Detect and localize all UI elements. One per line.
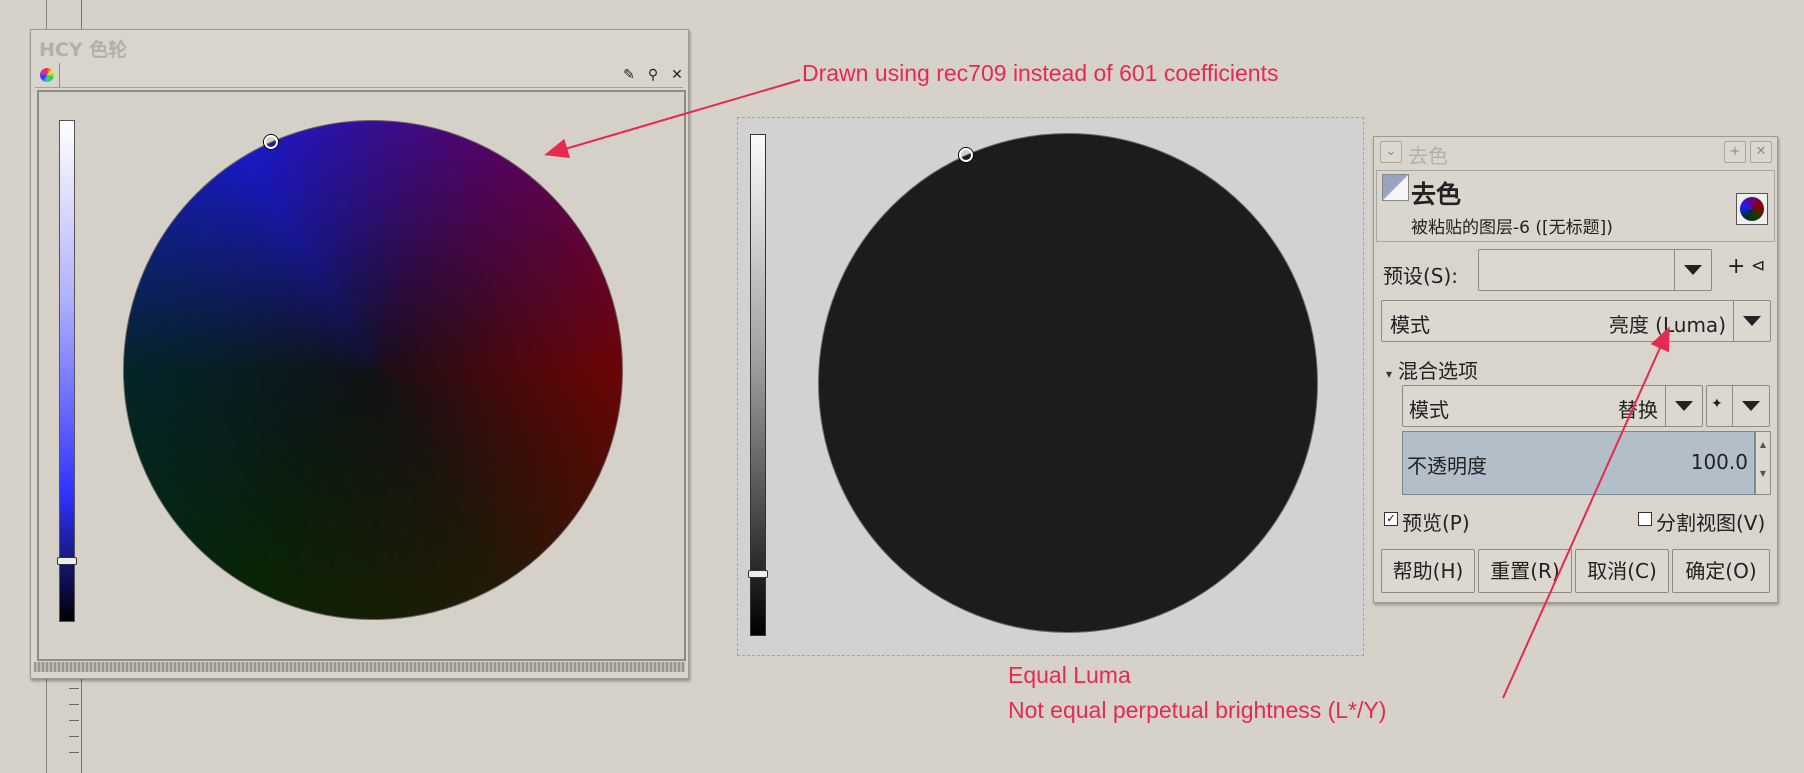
desaturate-dialog: ⌄ 去色 + ✕ 去色 被粘贴的图层-6 ([无标题]) 预设(S): + ⊲ … bbox=[1373, 136, 1778, 603]
close-icon[interactable]: ✕ bbox=[667, 65, 687, 85]
blend-options-label[interactable]: 混合选项 bbox=[1398, 355, 1478, 384]
gray-slider-handle bbox=[748, 570, 768, 578]
pick-icon[interactable]: ⚲ bbox=[643, 65, 663, 85]
chevron-down-icon[interactable] bbox=[1665, 386, 1702, 426]
dialog-titlebar: ⌄ 去色 + ✕ bbox=[1374, 137, 1777, 168]
ok-button[interactable]: 确定(O) bbox=[1672, 549, 1770, 593]
gray-wheel-cursor bbox=[959, 148, 973, 162]
dialog-title: 去色 bbox=[1408, 144, 1448, 168]
ruler-tick bbox=[69, 752, 79, 753]
composite-icon: ✦ bbox=[1711, 396, 1723, 412]
opacity-spinner[interactable]: ▲ ▼ bbox=[1755, 431, 1771, 495]
annotation-brightness: Not equal perpetual brightness (L*/Y) bbox=[1008, 697, 1387, 723]
add-preset-icon[interactable]: + bbox=[1727, 254, 1745, 279]
expander-triangle-icon[interactable]: ▾ bbox=[1386, 367, 1392, 381]
gray-color-wheel bbox=[818, 133, 1318, 633]
opacity-label: 不透明度 bbox=[1407, 454, 1487, 478]
annotation-top: Drawn using rec709 instead of 601 coeffi… bbox=[802, 60, 1279, 86]
mode-label: 模式 bbox=[1390, 313, 1430, 337]
preset-menu-icon[interactable]: ⊲ bbox=[1751, 256, 1765, 276]
ruler-tick bbox=[69, 688, 79, 689]
reset-button[interactable]: 重置(R) bbox=[1478, 549, 1572, 593]
desaturate-icon bbox=[1382, 174, 1409, 201]
preview-checkbox[interactable]: ✓ bbox=[1384, 512, 1398, 526]
dialog-header-title: 去色 bbox=[1411, 180, 1462, 209]
preview-label[interactable]: 预览(P) bbox=[1402, 507, 1470, 536]
split-view-label[interactable]: 分割视图(V) bbox=[1656, 507, 1765, 536]
hcy-color-wheel[interactable] bbox=[123, 120, 623, 620]
hcy-window-title: HCY 色轮 bbox=[39, 39, 128, 61]
wheel-cursor[interactable] bbox=[264, 135, 278, 149]
help-button[interactable]: 帮助(H) bbox=[1381, 549, 1475, 593]
split-view-checkbox[interactable] bbox=[1638, 512, 1652, 526]
wrench-icon[interactable]: ✎ bbox=[619, 65, 639, 85]
composite-mode-combo[interactable]: ✦ bbox=[1706, 385, 1770, 427]
chevron-down-icon[interactable] bbox=[1732, 386, 1769, 426]
mode-combo[interactable]: 模式 亮度 (Luma) bbox=[1381, 300, 1771, 342]
ruler-tick bbox=[69, 720, 79, 721]
desaturated-preview bbox=[737, 117, 1364, 656]
dialog-header-subtitle: 被粘贴的图层-6 ([无标题]) bbox=[1411, 218, 1613, 238]
dialog-header: 去色 被粘贴的图层-6 ([无标题]) bbox=[1376, 170, 1775, 242]
chevron-down-icon[interactable] bbox=[1733, 301, 1770, 341]
spin-up-icon[interactable]: ▲ bbox=[1756, 440, 1770, 449]
opacity-value: 100.0 bbox=[1690, 450, 1748, 474]
blend-mode-value: 替换 bbox=[1618, 398, 1658, 422]
ruler-tick bbox=[69, 704, 79, 705]
layer-thumbnail bbox=[1736, 193, 1768, 225]
hcy-color-wheel-window: HCY 色轮 ✎ ⚲ ✕ bbox=[30, 29, 689, 679]
preset-combo[interactable] bbox=[1478, 249, 1712, 291]
hcy-wheel-frame bbox=[37, 90, 686, 661]
menu-chevron-icon[interactable]: ⌄ bbox=[1380, 141, 1402, 163]
luma-slider[interactable] bbox=[57, 120, 77, 622]
spin-down-icon[interactable]: ▼ bbox=[1756, 469, 1770, 478]
luma-slider-handle[interactable] bbox=[57, 557, 77, 565]
ruler-tick bbox=[69, 736, 79, 737]
mode-value: 亮度 (Luma) bbox=[1608, 313, 1726, 337]
maximize-icon[interactable]: + bbox=[1724, 141, 1746, 163]
hcy-tab[interactable] bbox=[35, 63, 60, 87]
preset-label: 预设(S): bbox=[1383, 264, 1459, 288]
annotation-equal-luma: Equal Luma bbox=[1008, 662, 1131, 688]
gray-luma-slider bbox=[748, 134, 768, 636]
hcy-tabbar: ✎ ⚲ ✕ bbox=[35, 63, 683, 88]
chevron-down-icon[interactable] bbox=[1674, 250, 1711, 290]
opacity-spin-scale[interactable]: 不透明度 100.0 bbox=[1402, 431, 1755, 495]
blend-mode-label: 模式 bbox=[1409, 398, 1449, 422]
hcy-resize-bar[interactable] bbox=[34, 662, 685, 672]
blend-mode-combo[interactable]: 模式 替换 bbox=[1402, 385, 1703, 427]
color-wheel-icon bbox=[40, 68, 54, 82]
close-icon[interactable]: ✕ bbox=[1750, 141, 1772, 163]
cancel-button[interactable]: 取消(C) bbox=[1575, 549, 1669, 593]
